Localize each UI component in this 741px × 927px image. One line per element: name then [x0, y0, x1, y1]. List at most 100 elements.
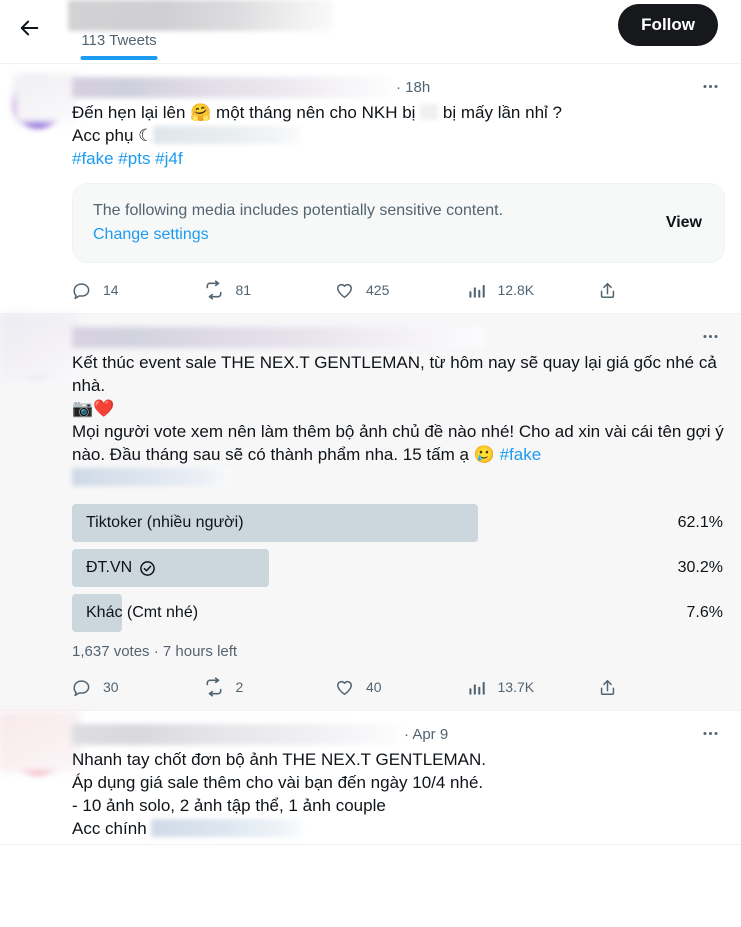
more-horizontal-icon — [702, 84, 718, 88]
reply-action[interactable]: 14 — [72, 281, 204, 300]
author-name-redacted — [72, 723, 400, 745]
view-media-button[interactable]: View — [652, 208, 706, 238]
tweet-body: Kết thúc event sale THE NEX.T GENTLEMAN,… — [72, 324, 725, 706]
more-horizontal-icon — [702, 334, 718, 338]
avatar-redaction — [0, 711, 80, 773]
tweet-header — [72, 324, 725, 350]
camera-heart-emoji: 📷❤️ — [72, 399, 115, 418]
tweet-timestamp: · Apr 9 — [404, 725, 449, 743]
poll: Tiktoker (nhiều người) 62.1% ĐT.VN 30.2%… — [72, 504, 725, 660]
reply-action[interactable]: 30 — [72, 678, 204, 697]
poll-option-percent: 7.6% — [686, 604, 723, 621]
poll-option-label: ĐT.VN — [86, 559, 133, 576]
poll-option-row[interactable]: Tiktoker (nhiều người) 62.1% — [72, 504, 725, 542]
more-horizontal-icon — [702, 731, 718, 735]
avatar-container[interactable] — [0, 711, 80, 840]
change-settings-link[interactable]: Change settings — [93, 224, 209, 246]
poll-option-row[interactable]: ĐT.VN 30.2% — [72, 549, 725, 587]
author-name-redacted — [72, 326, 484, 348]
sensitive-media-card: The following media includes potentially… — [72, 183, 725, 263]
tweet-text-line-3: - 10 ảnh solo, 2 ảnh tập thể, 1 ảnh coup… — [72, 796, 386, 815]
share-action[interactable] — [598, 281, 617, 300]
tweet-text-line-2: Áp dụng giá sale thêm cho vài bạn đến ng… — [72, 773, 484, 792]
avatar-redaction — [14, 74, 76, 124]
author-name-redacted — [72, 76, 392, 98]
poll-option-label-wrap: ĐT.VN — [72, 559, 156, 577]
analytics-icon — [467, 281, 486, 300]
share-icon — [598, 281, 617, 300]
views-action[interactable]: 12.8K — [467, 281, 599, 300]
tweet-body: · 18h Đến hẹn lại lên 🤗 một tháng nên ch… — [72, 74, 725, 309]
poll-option-percent: 62.1% — [677, 514, 723, 531]
tweet-text-part-1: Đến hẹn lại lên — [72, 103, 191, 122]
back-arrow-icon — [19, 17, 41, 39]
reply-count: 14 — [103, 282, 119, 298]
poll-option-percent: 30.2% — [677, 559, 723, 576]
like-count: 425 — [366, 282, 390, 298]
tweet-action-bar: 30 2 40 13.7K — [72, 668, 617, 706]
retweet-icon — [204, 280, 224, 300]
pleading-face-emoji: 🥲 — [473, 445, 495, 464]
tweet-text: Đến hẹn lại lên 🤗 một tháng nên cho NKH … — [72, 101, 725, 170]
tweet-header: · 18h — [72, 74, 725, 100]
more-options-button[interactable] — [695, 321, 725, 351]
retweet-icon — [204, 677, 224, 697]
avatar-container[interactable] — [12, 74, 76, 309]
back-button[interactable] — [8, 6, 52, 50]
inline-redaction — [72, 468, 232, 486]
sensitive-media-message: The following media includes potentially… — [93, 202, 504, 219]
more-options-button[interactable] — [695, 71, 725, 101]
tweet-hashtag[interactable]: #fake — [500, 445, 542, 464]
retweet-action[interactable]: 81 — [204, 280, 336, 300]
tweet-text-part-2: một tháng nên cho NKH bị — [211, 103, 416, 122]
views-action[interactable]: 13.7K — [467, 678, 599, 697]
retweet-count: 81 — [235, 282, 252, 298]
more-options-button[interactable] — [695, 718, 725, 748]
heart-icon — [335, 678, 354, 697]
tab-active-indicator — [80, 56, 158, 60]
tweet-text: Nhanh tay chốt đơn bộ ảnh THE NEX.T GENT… — [72, 748, 725, 840]
tweet-text-line-2: Acc phụ ☾ — [72, 126, 154, 145]
like-count: 40 — [366, 679, 382, 695]
like-action[interactable]: 40 — [335, 678, 467, 697]
share-icon — [598, 678, 617, 697]
tweet-body: · Apr 9 Nhanh tay chốt đơn bộ ảnh THE NE… — [72, 721, 725, 840]
inline-redaction — [153, 126, 302, 144]
tweet-text: Kết thúc event sale THE NEX.T GENTLEMAN,… — [72, 351, 725, 489]
tweet-timestamp: · 18h — [396, 78, 431, 96]
avatar-redaction — [0, 314, 78, 380]
poll-option-label-wrap: Khác (Cmt nhé) — [72, 604, 198, 622]
tab-tweets-label: 113 Tweets — [81, 32, 157, 49]
reply-count: 30 — [103, 679, 119, 695]
tab-tweets[interactable]: 113 Tweets — [48, 30, 190, 60]
tweet-item[interactable]: Kết thúc event sale THE NEX.T GENTLEMAN,… — [0, 314, 741, 711]
follow-button[interactable]: Follow — [618, 4, 718, 46]
sensitive-media-text: The following media includes potentially… — [93, 200, 652, 246]
tweet-text-line-2: Mọi người vote xem nên làm thêm bộ ảnh c… — [72, 422, 729, 464]
reply-icon — [72, 281, 91, 300]
views-count: 12.8K — [497, 282, 535, 298]
avatar-container[interactable] — [0, 314, 78, 706]
profile-header: 113 Tweets Follow — [0, 0, 741, 64]
like-action[interactable]: 425 — [335, 281, 467, 300]
inline-redaction-dot — [420, 104, 439, 120]
tweet-action-bar: 14 81 425 12.8K — [72, 271, 617, 309]
poll-option-row[interactable]: Khác (Cmt nhé) 7.6% — [72, 594, 725, 632]
check-circle-icon — [139, 560, 156, 577]
retweet-action[interactable]: 2 — [204, 677, 336, 697]
poll-option-label-wrap: Tiktoker (nhiều người) — [72, 514, 244, 532]
tweet-item[interactable]: · Apr 9 Nhanh tay chốt đơn bộ ảnh THE NE… — [0, 711, 741, 845]
heart-icon — [335, 281, 354, 300]
profile-name-redacted — [68, 0, 333, 31]
tweet-header: · Apr 9 — [72, 721, 725, 747]
poll-option-label: Khác (Cmt nhé) — [86, 604, 199, 621]
views-count: 13.7K — [497, 679, 535, 695]
analytics-icon — [467, 678, 486, 697]
tweet-hashtags[interactable]: #fake #pts #j4f — [72, 149, 183, 168]
tweet-text-line-4: Acc chính — [72, 819, 147, 838]
share-action[interactable] — [598, 678, 617, 697]
inline-redaction — [151, 819, 304, 837]
poll-option-label: Tiktoker (nhiều người) — [86, 514, 244, 531]
tweet-text-part-3: bị mấy lần nhỉ ? — [442, 103, 562, 122]
tweet-item[interactable]: · 18h Đến hẹn lại lên 🤗 một tháng nên ch… — [0, 64, 741, 314]
